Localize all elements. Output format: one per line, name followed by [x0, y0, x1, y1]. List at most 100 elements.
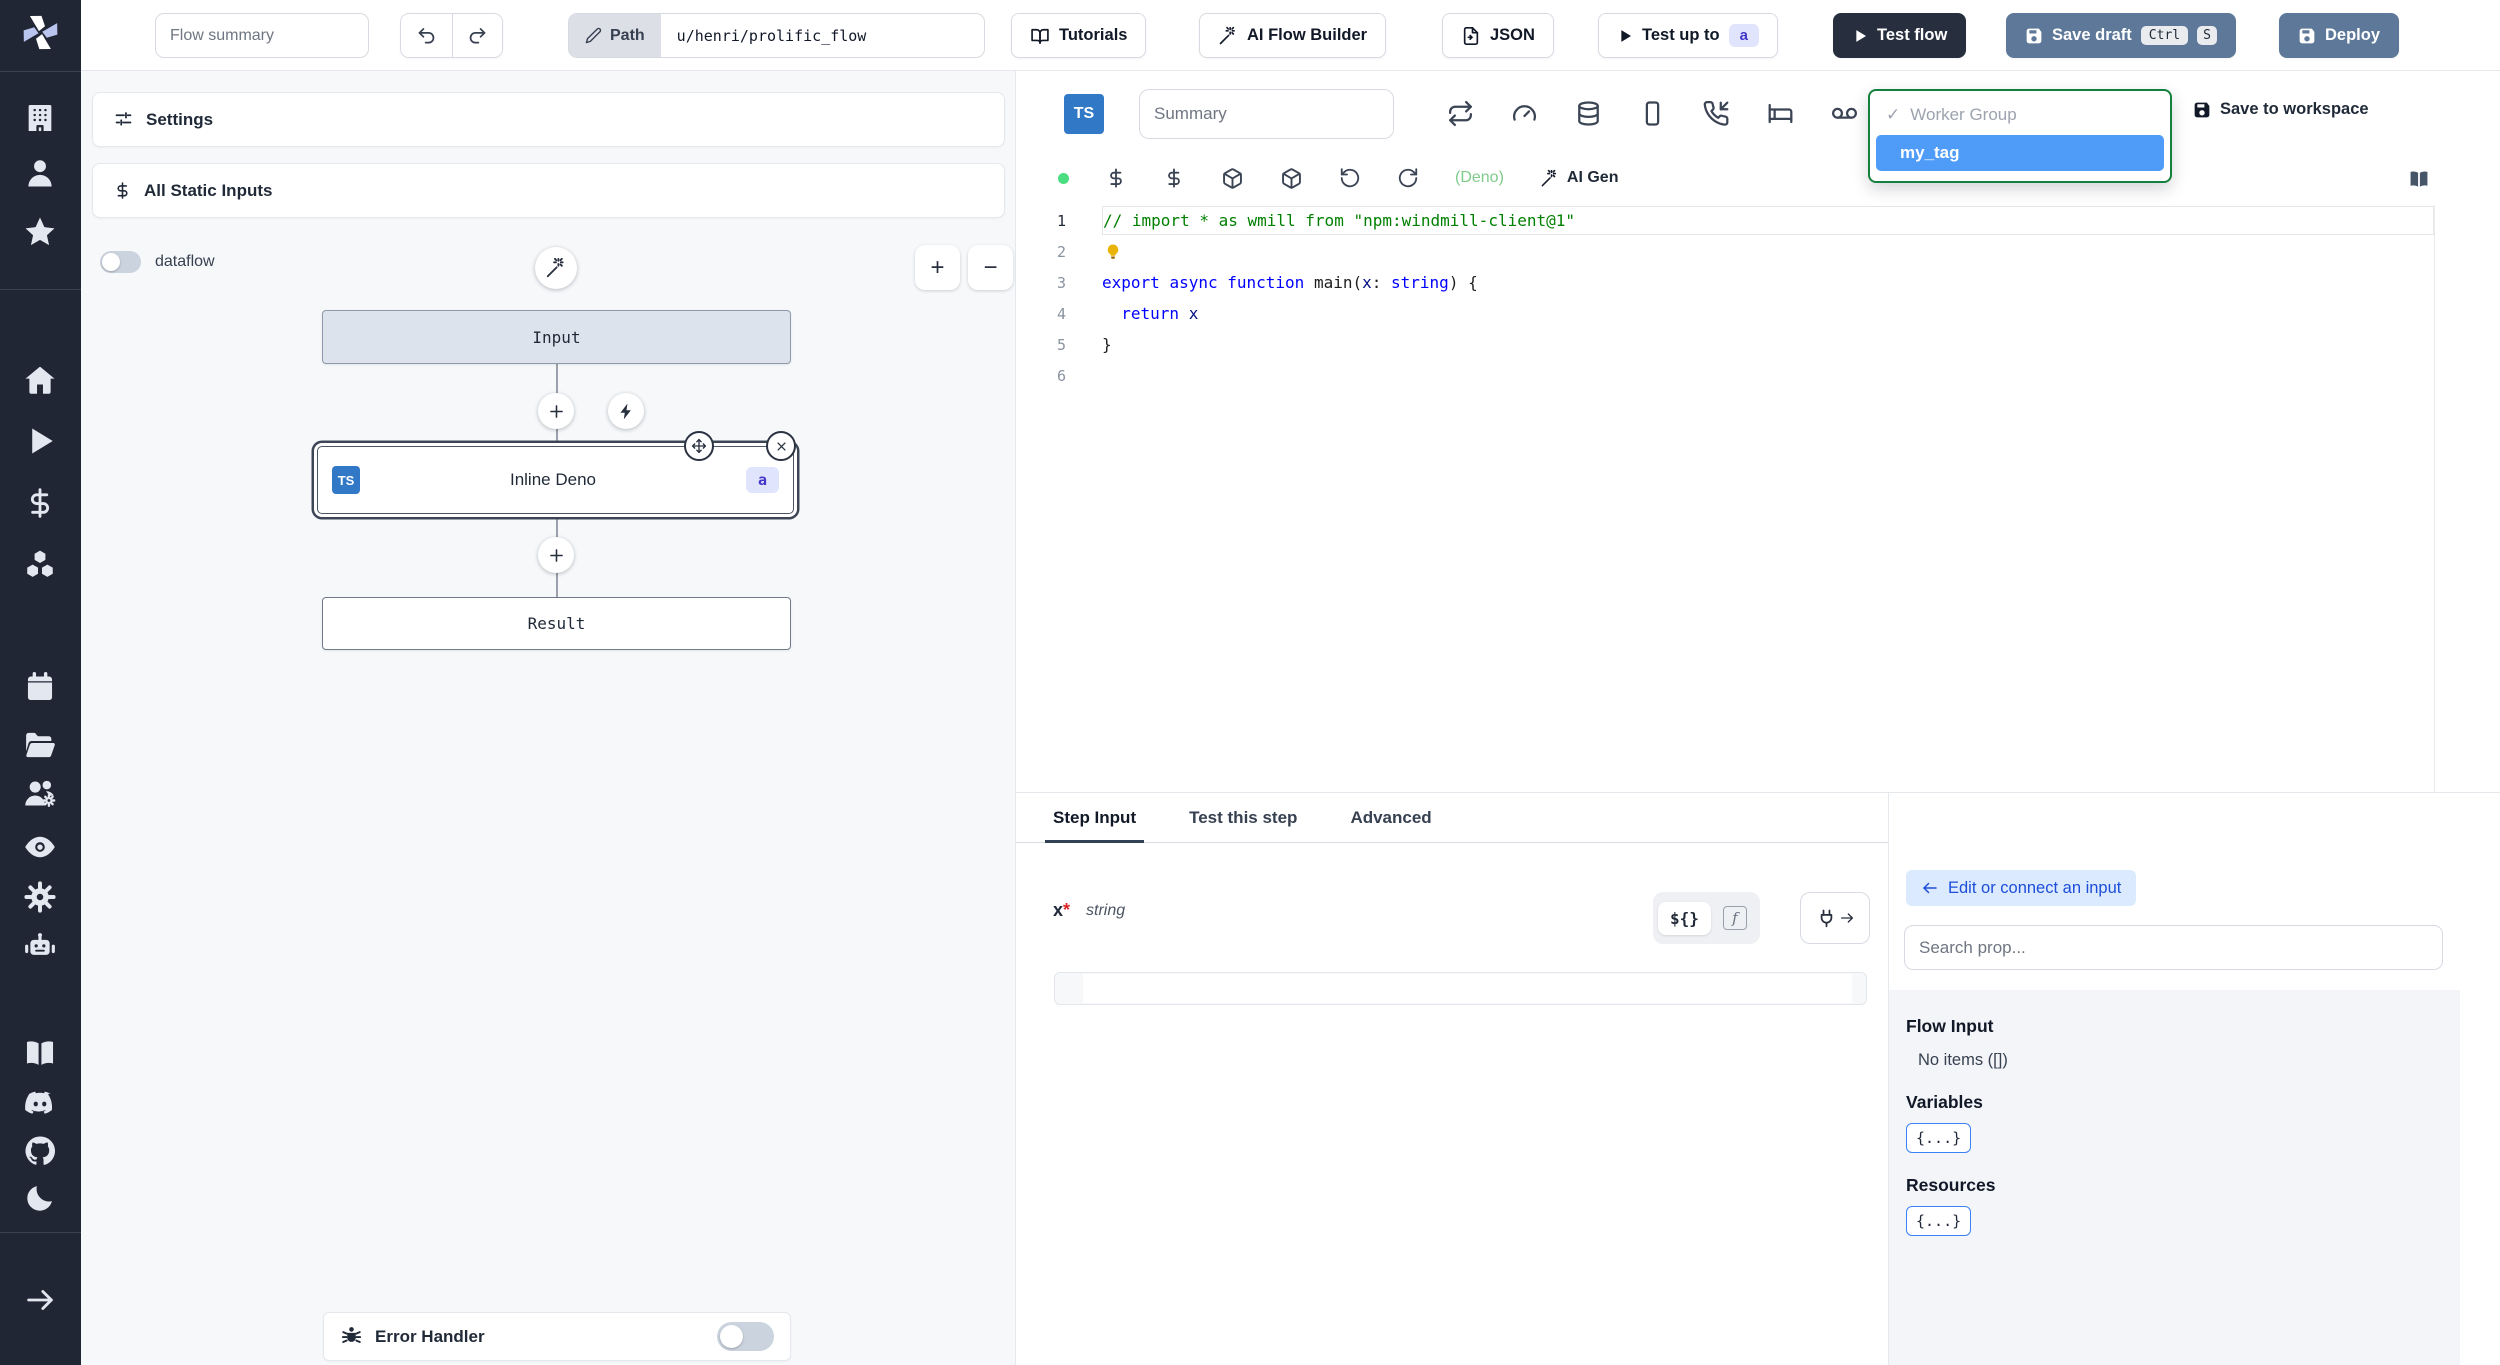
variables-object-chip[interactable]: {...} [1906, 1123, 1972, 1153]
kbd-s: S [2197, 26, 2217, 45]
code-line[interactable]: 5} [1016, 329, 2500, 360]
json-button[interactable]: JSON [1442, 13, 1554, 58]
tab-test-this-step[interactable]: Test this step [1189, 793, 1297, 842]
code-line[interactable]: 3 export async function main(x: string) { [1016, 267, 2500, 298]
error-handler-row[interactable]: Error Handler [323, 1312, 791, 1361]
fn-mode-toggle[interactable]: f [1722, 906, 1747, 930]
test-up-to-button[interactable]: Test up to a [1598, 13, 1778, 58]
sidebar-item-github github-icon[interactable] [23, 1134, 57, 1168]
add-trigger-button zap-icon[interactable] [608, 393, 644, 429]
sidebar-item-runs play-icon[interactable] [23, 424, 57, 458]
sidebar-divider [0, 71, 81, 72]
insert-step-button plus-icon[interactable] [538, 393, 574, 429]
search-prop-input[interactable] [1904, 925, 2443, 970]
sidebar-item-dark-mode moon-icon[interactable] [23, 1181, 57, 1215]
node-input[interactable]: Input [322, 310, 791, 364]
line-content: // import * as wmill from "npm:windmill-… [1102, 206, 2434, 235]
sidebar-item-favorites star-icon[interactable] [23, 215, 57, 249]
bed-icon[interactable] [1767, 100, 1794, 127]
arg-value-input[interactable] [1054, 972, 1867, 1005]
line-content [1102, 361, 2434, 390]
delete-step-button close-icon[interactable] [766, 431, 796, 461]
tab-step-input[interactable]: Step Input [1044, 793, 1145, 843]
flow-settings-row[interactable]: Settings [92, 92, 1005, 147]
sidebar-item-variables dollar-icon[interactable] [23, 486, 57, 520]
sidebar-item-resources boxes-icon[interactable] [23, 547, 57, 581]
sidebar-item-audit eye-icon[interactable] [23, 830, 57, 864]
redo-button[interactable] [451, 14, 502, 57]
reload-refresh-icon[interactable] [1397, 167, 1419, 189]
phone-incoming-icon[interactable] [1703, 100, 1730, 127]
path-value: u/henri/prolific_flow [676, 26, 867, 45]
voicemail-icon[interactable] [1831, 100, 1858, 127]
path-group[interactable]: Path u/henri/prolific_flow [568, 13, 985, 58]
all-static-inputs-row[interactable]: All Static Inputs [92, 163, 1005, 218]
undo-button[interactable] [401, 14, 452, 57]
library-book-icon[interactable] [2408, 168, 2430, 190]
play-icon [1852, 28, 1868, 44]
edit-or-connect-chip[interactable]: Edit or connect an input [1906, 870, 2137, 906]
sidebar-expand arrow-right-icon[interactable] [23, 1283, 57, 1317]
node-inline-deno[interactable]: TS Inline Deno a [317, 446, 794, 514]
reset-rotate-ccw-icon[interactable] [1339, 167, 1361, 189]
code-line[interactable]: 4 return x [1016, 298, 2500, 329]
bug-icon [340, 1325, 363, 1348]
line-number: 4 [1056, 304, 1066, 323]
error-handler-toggle[interactable] [717, 1322, 774, 1351]
code-line[interactable]: 6 [1016, 360, 2500, 391]
arg-type: string [1086, 901, 1126, 919]
tab-advanced[interactable]: Advanced [1350, 793, 1431, 842]
flow-summary-input[interactable] [155, 13, 369, 58]
line-content [1102, 237, 2434, 266]
sidebar-item-groups users-gear-icon[interactable] [23, 776, 57, 810]
code-line[interactable]: 2 [1016, 236, 2500, 267]
flow-input-section: Flow Input No items ([]) [1906, 1016, 2460, 1070]
ai-gen-button[interactable]: AI Gen [1540, 169, 1618, 188]
package-icon[interactable] [1280, 167, 1303, 190]
line-number: 6 [1056, 366, 1066, 385]
insert-step-button plus-icon[interactable] [538, 537, 574, 573]
file-json-icon [1461, 26, 1481, 46]
step-summary-input[interactable] [1139, 89, 1394, 139]
resources-dollar-icon[interactable] [1163, 167, 1185, 189]
package-icon[interactable] [1221, 167, 1244, 190]
zoom-out-button[interactable]: − [968, 245, 1013, 290]
sidebar-item-settings gear-icon[interactable] [23, 880, 57, 914]
code-line[interactable]: 1 // import * as wmill from "npm:windmill… [1016, 205, 2500, 236]
line-number: 5 [1056, 335, 1066, 354]
code-editor[interactable]: 1 // import * as wmill from "npm:windmill… [1016, 205, 2500, 792]
zoom-in-button[interactable]: + [915, 245, 960, 290]
node-result[interactable]: Result [322, 597, 791, 650]
sidebar-item-discord discord-icon[interactable] [23, 1086, 57, 1120]
sidebar-item-ai robot-icon[interactable] [23, 930, 57, 964]
ai-step-wand-button[interactable] [535, 247, 577, 289]
deploy-button[interactable]: Deploy [2279, 13, 2400, 58]
move-step-button move-icon[interactable] [684, 431, 714, 461]
database-icon[interactable] [1575, 100, 1602, 127]
resources-object-chip[interactable]: {...} [1906, 1206, 1972, 1236]
save-icon [2025, 27, 2043, 45]
mobile-icon[interactable] [1639, 100, 1666, 127]
check-icon: ✓ [1886, 105, 1901, 124]
connect-input-button[interactable] [1800, 892, 1870, 944]
template-mode-toggle[interactable]: ${} [1658, 901, 1711, 935]
tutorials-button[interactable]: Tutorials [1011, 13, 1147, 58]
sidebar-item-workspace building-icon[interactable] [23, 101, 57, 135]
save-to-workspace-button[interactable]: Save to workspace [2193, 100, 2369, 119]
gauge-icon[interactable] [1511, 100, 1538, 127]
sidebar-item-home home-icon[interactable] [23, 363, 57, 397]
variables-dollar-icon[interactable] [1105, 167, 1127, 189]
worker-group-option-my-tag[interactable]: my_tag [1876, 135, 2164, 171]
sidebar-item-docs book-icon[interactable] [23, 1036, 57, 1070]
ai-flow-builder-button[interactable]: AI Flow Builder [1199, 13, 1387, 58]
windmill-logo-icon[interactable] [17, 9, 64, 56]
test-flow-button[interactable]: Test flow [1833, 13, 1967, 58]
dataflow-toggle[interactable] [100, 251, 141, 273]
sidebar-item-user user-icon[interactable] [23, 156, 57, 190]
sidebar-item-folders folder-open-icon[interactable] [23, 728, 57, 762]
sidebar-item-schedules calendar-icon[interactable] [23, 670, 57, 704]
save-draft-button[interactable]: Save draft Ctrl S [2006, 13, 2236, 58]
lightbulb-icon[interactable] [1104, 242, 1122, 262]
repeat-icon[interactable] [1447, 100, 1474, 127]
undo-redo-group [400, 13, 503, 58]
